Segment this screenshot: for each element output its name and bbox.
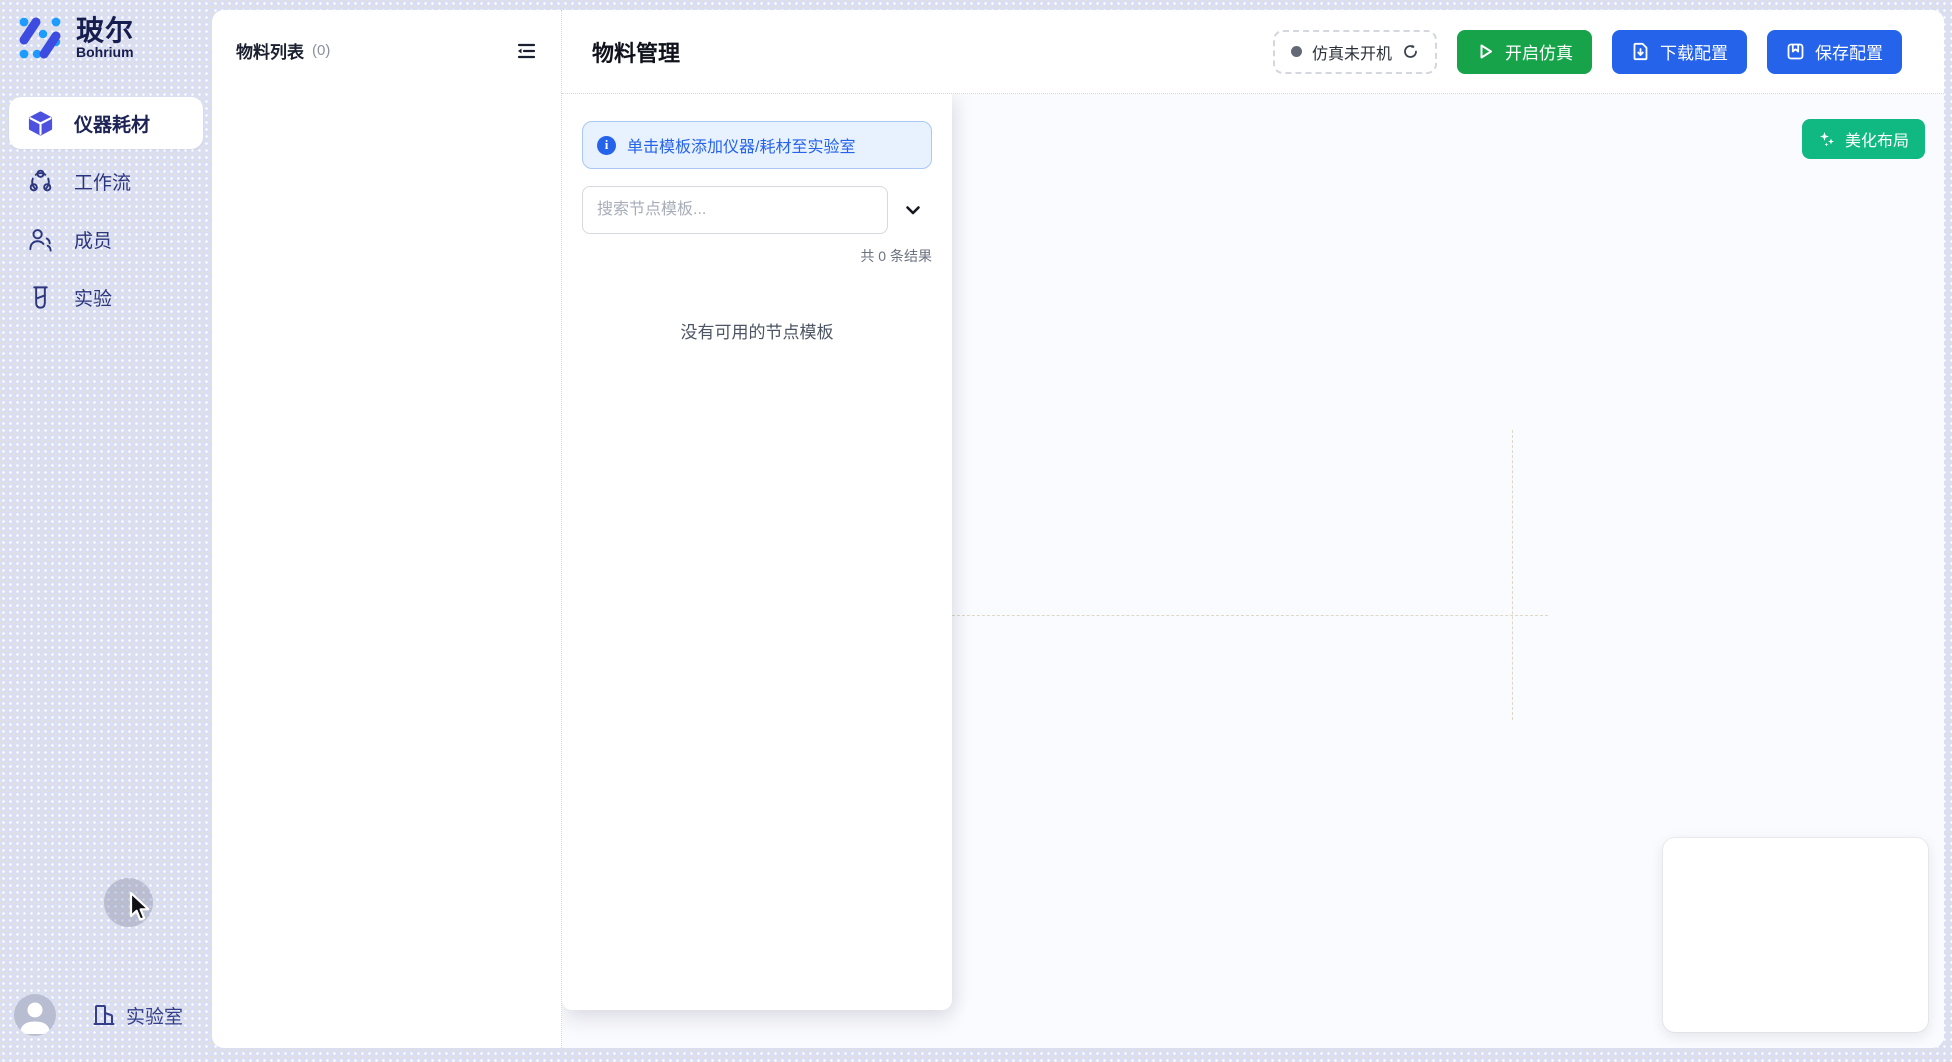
sidebar-item-workflow[interactable]: 工作流 — [9, 155, 203, 207]
brand-subtitle: Bohrium — [76, 45, 134, 60]
sidebar-item-experiment[interactable]: 实验 — [9, 271, 203, 323]
material-list-panel: 物料列表 (0) — [212, 10, 562, 1048]
workflow-icon — [27, 168, 54, 195]
main-header: 物料管理 仿真未开机 — [562, 10, 1944, 94]
status-dot-icon — [1291, 46, 1302, 57]
material-list-count: (0) — [312, 42, 330, 59]
simulation-status-pill[interactable]: 仿真未开机 — [1273, 30, 1437, 74]
members-icon — [27, 226, 54, 253]
bohrium-logo-icon — [16, 14, 64, 62]
collapse-panel-icon[interactable] — [515, 40, 537, 62]
building-icon — [92, 1003, 116, 1027]
material-list-title: 物料列表 — [236, 38, 304, 63]
empty-templates-text: 没有可用的节点模板 — [582, 318, 932, 343]
results-count: 共 0 条结果 — [582, 246, 932, 266]
save-config-button[interactable]: 保存配置 — [1767, 30, 1902, 74]
save-config-label: 保存配置 — [1815, 39, 1883, 64]
main-column: 物料管理 仿真未开机 — [562, 10, 1944, 1048]
sidebar-item-label: 成员 — [74, 226, 112, 253]
sidebar-item-instruments[interactable]: 仪器耗材 — [9, 97, 203, 149]
sidebar-nav: 仪器耗材 工作流 成员 — [0, 97, 212, 323]
page-title: 物料管理 — [592, 36, 680, 68]
beautify-layout-label: 美化布局 — [1845, 127, 1909, 151]
content-card: 物料列表 (0) 物料管理 — [212, 10, 1944, 1048]
content-wrap: 物料列表 (0) 物料管理 — [212, 0, 1952, 1062]
download-file-icon — [1631, 42, 1650, 61]
sidebar-item-label: 实验 — [74, 284, 112, 311]
start-simulation-button[interactable]: 开启仿真 — [1457, 30, 1592, 74]
cube-icon — [27, 110, 54, 137]
experiment-icon — [27, 284, 54, 311]
search-input[interactable] — [582, 186, 888, 234]
canvas-guide-line-vertical-2 — [1512, 430, 1513, 720]
download-config-label: 下载配置 — [1660, 39, 1728, 64]
sidebar: 玻尔 Bohrium 仪器耗材 工作流 — [0, 0, 212, 1062]
sidebar-item-label: 仪器耗材 — [74, 110, 150, 137]
info-banner-text: 单击模板添加仪器/耗材至实验室 — [627, 133, 855, 157]
lab-entry[interactable]: 实验室 — [92, 1002, 183, 1029]
template-panel: i 单击模板添加仪器/耗材至实验室 共 0 条结果 没有可用的节点模板 — [562, 94, 952, 1010]
info-icon: i — [597, 136, 616, 155]
play-icon — [1476, 42, 1495, 61]
download-config-button[interactable]: 下载配置 — [1612, 30, 1747, 74]
header-actions: 仿真未开机 开启仿真 — [1273, 30, 1902, 74]
lab-entry-label: 实验室 — [126, 1002, 183, 1029]
sidebar-footer: 实验室 — [0, 994, 212, 1062]
save-bookmark-icon — [1786, 42, 1805, 61]
brand-title: 玻尔 — [76, 16, 134, 45]
user-silhouette-icon — [14, 994, 56, 1036]
start-simulation-label: 开启仿真 — [1505, 39, 1573, 64]
chevron-down-icon[interactable] — [904, 201, 922, 219]
minimap[interactable] — [1663, 838, 1928, 1032]
beautify-layout-button[interactable]: 美化布局 — [1802, 119, 1925, 159]
app-root: 玻尔 Bohrium 仪器耗材 工作流 — [0, 0, 1952, 1062]
sidebar-item-label: 工作流 — [74, 168, 131, 195]
brand-logo: 玻尔 Bohrium — [0, 0, 212, 62]
refresh-icon[interactable] — [1402, 43, 1419, 60]
info-banner: i 单击模板添加仪器/耗材至实验室 — [582, 121, 932, 169]
simulation-status-label: 仿真未开机 — [1312, 40, 1392, 64]
sparkles-icon — [1818, 130, 1836, 148]
sidebar-item-members[interactable]: 成员 — [9, 213, 203, 265]
canvas-guide-line-horizontal — [952, 615, 1548, 616]
simulation-canvas[interactable]: i 单击模板添加仪器/耗材至实验室 共 0 条结果 没有可用的节点模板 — [562, 94, 1944, 1048]
avatar[interactable] — [14, 994, 56, 1036]
